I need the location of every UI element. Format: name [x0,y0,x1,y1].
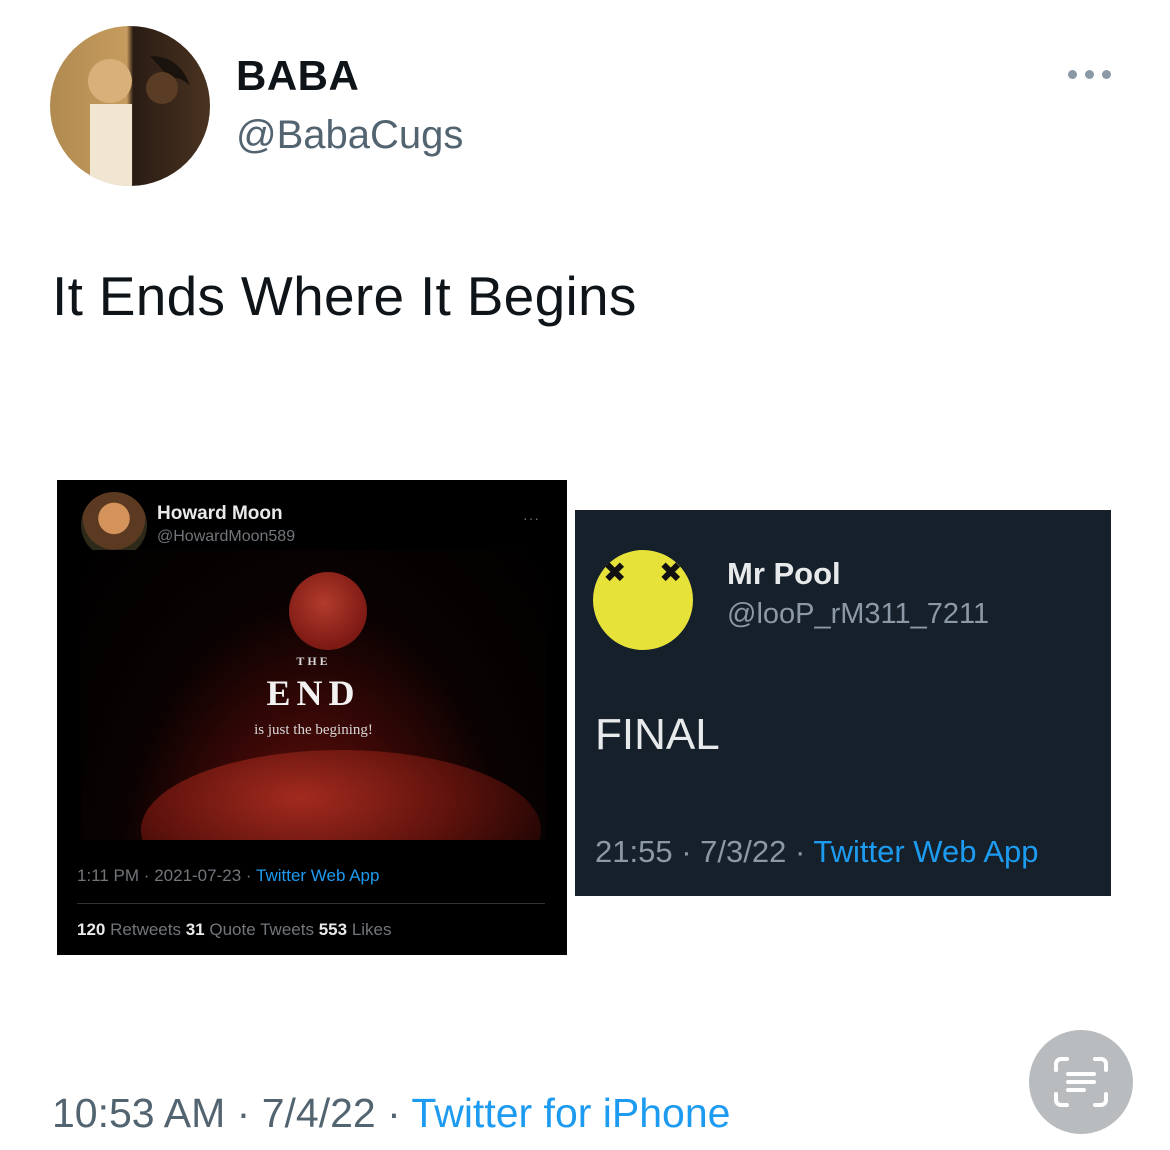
howard-moon-display-name: Howard Moon [157,503,283,524]
mr-pool-meta: 21:55 · 7/3/22 · Twitter Web App [595,834,1039,869]
retweets-label: Retweets [110,920,181,939]
mr-pool-source: Twitter Web App [813,834,1039,869]
x-eye-icon: ✖ [603,557,627,588]
author-handle[interactable]: @BabaCugs [236,113,463,158]
live-text-scan-icon[interactable] [1029,1030,1133,1134]
quotes-label: Quote Tweets [209,920,314,939]
x-eye-icon: ✖ [659,557,683,588]
howard-moon-time: 1:11 PM [77,866,140,885]
mr-pool-date: 7/3/22 [700,834,787,869]
howard-moon-divider [77,903,545,904]
mr-pool-handle: @looP_rM311_7211 [727,598,990,630]
the-end-poster-image: THE END is just the begining! [81,550,546,840]
howard-moon-handle: @HowardMoon589 [157,528,296,545]
howard-moon-meta: 1:11 PM · 2021-07-23 · Twitter Web App [77,866,380,885]
author-avatar[interactable] [50,26,210,186]
howard-moon-date: 2021-07-23 [154,866,242,885]
howard-moon-more-icon: ··· [523,510,540,526]
mr-pool-tweet-text: FINAL [595,710,720,759]
attached-image-mr-pool[interactable]: ✖ ✖ Mr Pool @looP_rM311_7211 FINAL 21:55… [575,510,1111,896]
poster-end-text: END [266,673,361,713]
more-options-icon[interactable] [1068,70,1111,79]
poster-subtitle-text: is just the begining! [254,722,373,738]
tweet-source[interactable]: Twitter for iPhone [411,1090,730,1136]
tweet-meta: 10:53 AM · 7/4/22 · Twitter for iPhone [52,1090,731,1136]
mr-pool-time: 21:55 [595,834,673,869]
mr-pool-avatar: ✖ ✖ [593,550,693,650]
howard-moon-stats: 120 Retweets 31 Quote Tweets 553 Likes [77,920,392,940]
mr-pool-display-name: Mr Pool [727,556,841,591]
red-planet [141,750,541,840]
likes-label: Likes [351,920,392,939]
tweet-text: It Ends Where It Begins [52,265,637,327]
attached-image-howard-moon[interactable]: Howard Moon @HowardMoon589 ··· THE END i… [57,480,567,955]
poster-the-text: THE [296,654,331,668]
author-display-name[interactable]: BABA [236,52,359,100]
howard-moon-source: Twitter Web App [256,866,380,885]
red-moon [289,572,367,650]
tweet-time[interactable]: 10:53 AM [52,1090,225,1136]
likes-count: 553 [318,920,348,939]
quotes-count: 31 [185,920,205,939]
howard-moon-avatar [81,492,147,558]
tweet-date[interactable]: 7/4/22 [262,1090,376,1136]
retweets-count: 120 [77,920,106,939]
